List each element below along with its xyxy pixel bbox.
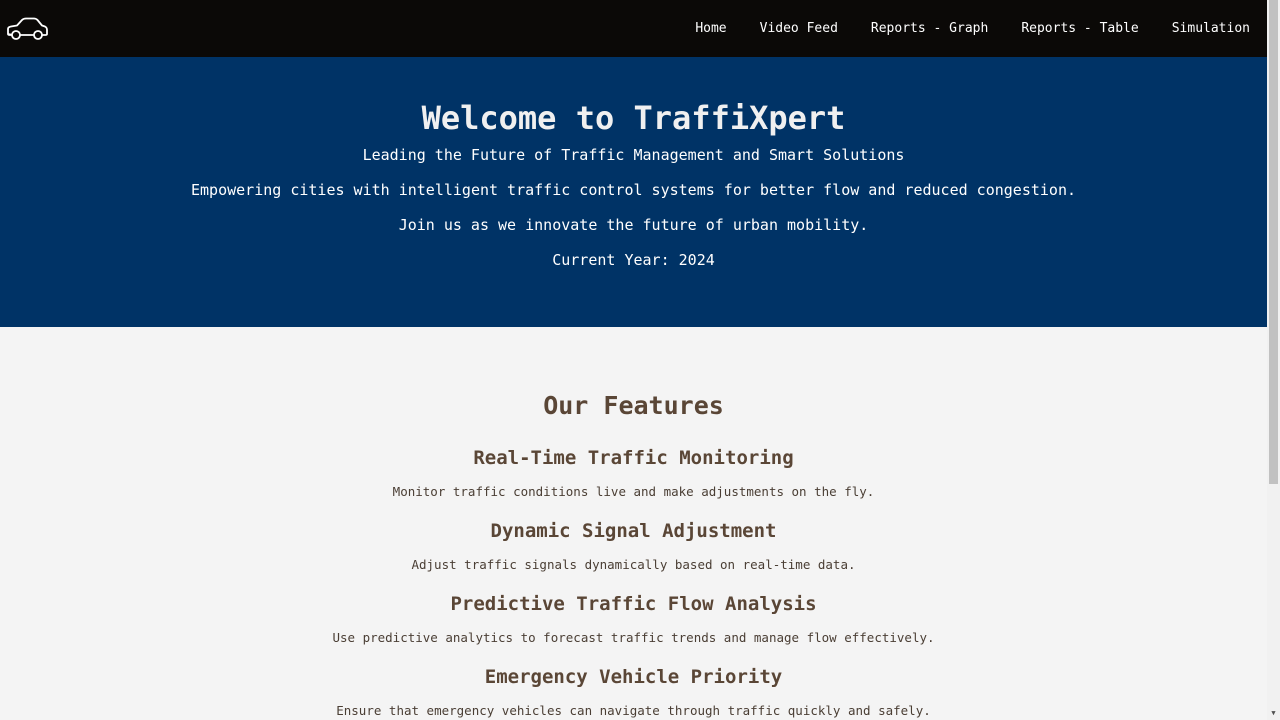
feature-desc-predictive-analysis: Use predictive analytics to forecast tra… [332,630,935,645]
nav-link-reports-table[interactable]: Reports - Table [1021,21,1138,36]
navbar: Home Video Feed Reports - Graph Reports … [0,0,1267,57]
page: Home Video Feed Reports - Graph Reports … [0,0,1267,720]
features-section: Our Features Real-Time Traffic Monitorin… [0,327,1267,720]
hero-title: Welcome to TraffiXpert [421,99,846,137]
hero-section: Welcome to TraffiXpert Leading the Futur… [0,57,1267,327]
feature-desc-emergency-priority: Ensure that emergency vehicles can navig… [336,703,931,718]
vertical-scrollbar[interactable]: ▲ ▼ [1267,0,1280,720]
scroll-down-arrow-icon[interactable]: ▼ [1267,707,1280,720]
feature-title-predictive-analysis: Predictive Traffic Flow Analysis [450,593,817,615]
current-year: Current Year: 2024 [552,251,715,269]
nav-links: Home Video Feed Reports - Graph Reports … [662,21,1250,36]
nav-link-reports-graph[interactable]: Reports - Graph [871,21,988,36]
nav-link-home[interactable]: Home [695,21,726,36]
hero-tagline: Join us as we innovate the future of urb… [398,216,869,234]
nav-link-video-feed[interactable]: Video Feed [760,21,838,36]
feature-desc-dynamic-signal: Adjust traffic signals dynamically based… [411,557,856,572]
feature-title-emergency-priority: Emergency Vehicle Priority [484,666,783,688]
feature-desc-real-time-monitoring: Monitor traffic conditions live and make… [392,484,875,499]
hero-description: Empowering cities with intelligent traff… [190,181,1076,199]
car-icon[interactable] [5,16,49,42]
feature-title-real-time-monitoring: Real-Time Traffic Monitoring [473,447,794,469]
hero-subtitle: Leading the Future of Traffic Management… [362,146,905,164]
scrollbar-thumb[interactable] [1269,0,1278,484]
feature-title-dynamic-signal: Dynamic Signal Adjustment [490,520,777,542]
features-title: Our Features [543,391,724,420]
nav-link-simulation[interactable]: Simulation [1172,21,1250,36]
